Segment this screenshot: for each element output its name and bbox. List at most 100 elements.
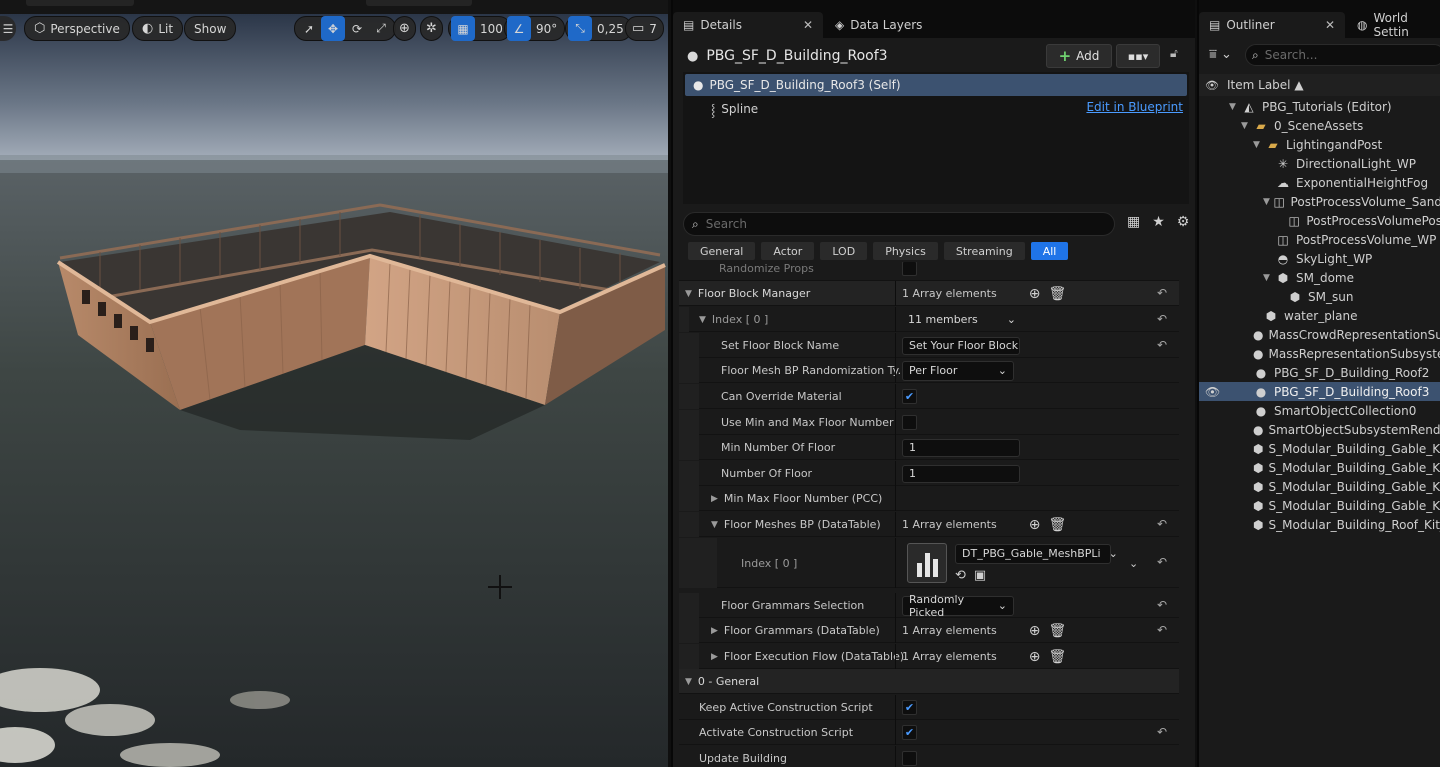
outliner-item[interactable]: ● PBG_SF_D_Building_Roof2 [1199,363,1440,382]
tab-details[interactable]: ▤ Details ✕ [673,12,823,38]
outliner-search-input[interactable]: ⌕ Search... [1245,44,1440,66]
can-override-checkbox[interactable]: ✔ [902,389,917,404]
reset-icon[interactable]: ↶ [1157,338,1167,352]
reset-icon[interactable]: ↶ [1157,598,1167,612]
filter-all[interactable]: All [1029,241,1070,261]
floor-block-manager-row[interactable]: ▼ Floor Block Manager 1 Array elements ⊕ … [679,281,1179,306]
general-section-row[interactable]: ▼ 0 - General [679,669,1179,694]
chevron-right-icon[interactable]: ▶ [711,652,718,662]
eye-icon[interactable]: 👁︎ [1205,385,1220,399]
outliner-item[interactable]: ▼ ◭ PBG_Tutorials (Editor) [1199,97,1440,116]
members-combo[interactable]: 11 members ⌄ [902,310,1022,330]
floor-exec-flow-row[interactable]: ▶ Floor Execution Flow (DataTable) 1 Arra… [679,644,1179,669]
outliner-item[interactable]: ◫ PostProcessVolumePos [1199,211,1440,230]
eye-icon[interactable]: 👁︎ [1205,79,1225,92]
browse-folder-icon[interactable]: ▣ [974,568,986,583]
outliner-item[interactable]: ● MassCrowdRepresentationSub [1199,325,1440,344]
outliner-item[interactable]: ▼ ▰ 0_SceneAssets [1199,116,1440,135]
chevron-right-icon[interactable]: ▶ [711,626,718,636]
tab-outliner[interactable]: ▤ Outliner ✕ [1199,12,1345,38]
asset-thumbnail[interactable] [907,543,947,583]
number-of-floor-input[interactable]: 1 [902,464,1020,483]
filter-lod[interactable]: LOD [819,241,869,261]
chevron-down-icon[interactable]: ⌄ [1129,557,1138,570]
reset-icon[interactable]: ↶ [1157,312,1167,326]
outliner-item[interactable]: ⬢ S_Modular_Building_Gable_Kit_ [1199,458,1440,477]
add-element-icon[interactable]: ⊕ [1029,517,1041,533]
component-self[interactable]: ● PBG_SF_D_Building_Roof3 (Self) [685,74,1187,96]
component-spline[interactable]: ⸾ Spline [711,98,758,120]
activate-cs-checkbox[interactable]: ✔ [902,725,917,740]
outliner-item[interactable]: ⬢ SM_sun [1199,287,1440,306]
add-element-icon[interactable]: ⊕ [1029,286,1041,302]
blueprint-options-button[interactable]: ▪▪▾ [1116,44,1160,68]
randomize-props-checkbox[interactable] [902,262,917,276]
chevron-down-icon[interactable]: ▼ [685,289,692,299]
gear-icon[interactable]: ⚙ [1177,214,1190,230]
reset-icon[interactable]: ↶ [1157,517,1167,531]
floor-meshes-bp-row[interactable]: ▼ Floor Meshes BP (DataTable) 1 Array ele… [679,512,1179,537]
chevron-right-icon[interactable]: ▶ [711,494,718,504]
grid-snap-button[interactable]: ▦ 100 [448,16,511,41]
trash-icon[interactable]: 🗑︎ [1048,623,1066,639]
translate-icon[interactable]: ✥ [321,16,345,41]
table-view-icon[interactable]: ▦ [1127,214,1140,230]
floor-mesh-random-select[interactable]: Per Floor ⌄ [902,360,1014,381]
rotate-icon[interactable]: ⟳ [345,16,369,41]
reset-icon[interactable]: ↶ [1157,725,1167,739]
reset-icon[interactable]: ↶ [1157,555,1167,569]
show-button[interactable]: Show [184,16,237,41]
filter-streaming[interactable]: Streaming [942,241,1026,261]
min-number-input[interactable]: 1 [902,438,1020,457]
outliner-item[interactable]: ☁ ExponentialHeightFog [1199,173,1440,192]
chevron-down-icon[interactable]: ▼ [685,677,692,687]
add-element-icon[interactable]: ⊕ [1029,649,1041,665]
filter-physics[interactable]: Physics [872,241,939,261]
scale-icon[interactable]: ⤢ [369,16,393,41]
tab-world-settings[interactable]: ◍ World Settin [1347,11,1440,39]
outliner-column-header[interactable]: 👁︎ Item Label ▲ [1199,74,1440,96]
trash-icon[interactable]: 🗑︎ [1048,286,1066,302]
floor-block-name-input[interactable]: Set Your Floor Block [902,336,1020,355]
outliner-item[interactable]: ⬢ S_Modular_Building_Roof_Kit_v [1199,515,1440,534]
filter-actor[interactable]: Actor [760,241,816,261]
keep-active-checkbox[interactable]: ✔ [902,700,917,715]
outliner-item[interactable]: ⬢ S_Modular_Building_Gable_Kit_ [1199,439,1440,458]
use-min-max-checkbox[interactable] [902,415,917,430]
outliner-item[interactable]: ⬢ S_Modular_Building_Gable_Kit_ [1199,477,1440,496]
world-space-button[interactable]: ⊕ [393,16,416,41]
close-icon[interactable]: ✕ [803,18,813,32]
index-row[interactable]: ▼ Index [ 0 ] 11 members ⌄ ↶ [679,307,1179,332]
floor-grammars-dt-row[interactable]: ▶ Floor Grammars (DataTable) 1 Array elem… [679,618,1179,643]
update-building-checkbox[interactable] [902,751,917,766]
outliner-item[interactable]: ◓ SkyLight_WP [1199,249,1440,268]
scale-snap-button[interactable]: ⤡ 0,25 [565,16,632,41]
chevron-down-icon[interactable]: ▼ [699,315,706,325]
lit-button[interactable]: ◐ Lit [132,16,184,41]
tab-data-layers[interactable]: ◈ Data Layers [825,12,932,38]
edit-in-blueprint-link[interactable]: Edit in Blueprint [1086,100,1183,114]
surface-snap-button[interactable]: ✲ [420,16,443,41]
camera-speed-button[interactable]: ▭ 7 [625,16,664,41]
outliner-item[interactable]: ✳ DirectionalLight_WP [1199,154,1440,173]
perspective-button[interactable]: ⬡ Perspective [24,16,130,41]
rotation-snap-button[interactable]: ∠ 90° [504,16,566,41]
star-icon[interactable]: ★ [1152,214,1165,230]
filter-general[interactable]: General [687,241,757,261]
outliner-item[interactable]: ● MassRepresentationSubsyster [1199,344,1440,363]
outliner-item[interactable]: ⬢ water_plane [1199,306,1440,325]
trash-icon[interactable]: 🗑︎ [1048,517,1066,533]
select-icon[interactable]: ➚ [297,16,321,41]
asset-picker-combo[interactable]: DT_PBG_Gable_MeshBPLi ⌄ [955,543,1118,564]
outliner-item[interactable]: ▼ ⬢ SM_dome [1199,268,1440,287]
close-icon[interactable]: ✕ [1325,18,1335,32]
outliner-item[interactable]: ⬢ S_Modular_Building_Gable_Kit_ [1199,496,1440,515]
outliner-item[interactable]: ▼ ▰ LightingandPost [1199,135,1440,154]
outliner-item[interactable]: ● SmartObjectSubsystemRender [1199,420,1440,439]
chevron-down-icon[interactable]: ▼ [711,520,718,530]
trash-icon[interactable]: 🗑︎ [1048,649,1066,665]
use-selected-icon[interactable]: ⟲ [955,568,966,583]
level-viewport[interactable]: ☰ ⬡ Perspective ◐ Lit Show ➚ ✥ ⟳ ⤢ ⊕ ✲ ▦… [0,0,668,767]
floor-grammars-select[interactable]: Randomly Picked ⌄ [902,593,1014,619]
outliner-item[interactable]: ● SmartObjectCollection0 [1199,401,1440,420]
